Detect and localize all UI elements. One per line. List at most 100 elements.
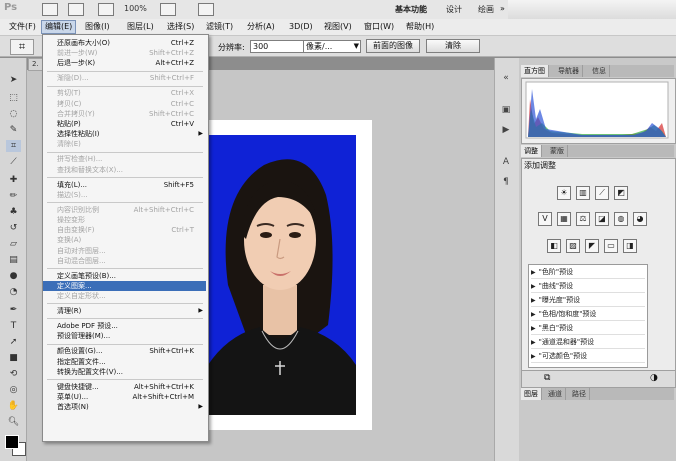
- eraser-tool-icon[interactable]: ▱: [6, 238, 21, 250]
- menu-layer[interactable]: 图层(L): [124, 21, 157, 33]
- screen-mode-icon[interactable]: [198, 3, 214, 16]
- blur-tool-icon[interactable]: ●: [6, 270, 21, 282]
- view-extras-icon[interactable]: [98, 3, 114, 16]
- edit-menu-item[interactable]: 渐隐(D)... Shift+Ctrl+F: [43, 73, 206, 83]
- move-tool-icon[interactable]: ➤: [6, 74, 21, 86]
- edit-menu-item[interactable]: 自由变换(F) Ctrl+T: [43, 225, 206, 235]
- tab-channels[interactable]: 通道: [545, 388, 566, 400]
- curves-icon[interactable]: ⟋: [595, 186, 609, 200]
- edit-menu-item[interactable]: 定义图案...: [43, 281, 206, 291]
- posterize-icon[interactable]: ▨: [566, 239, 580, 253]
- shape-tool-icon[interactable]: ■: [6, 352, 21, 364]
- hue-saturation-icon[interactable]: ▦: [557, 212, 571, 226]
- selective-color-icon[interactable]: ◨: [623, 239, 637, 253]
- edit-menu-item[interactable]: 转换为配置文件(V)...: [43, 367, 206, 377]
- menu-filter[interactable]: 滤镜(T): [203, 21, 236, 33]
- workspace-paint[interactable]: 绘画: [478, 4, 494, 15]
- menu-analysis[interactable]: 分析(A): [244, 21, 278, 33]
- edit-menu-item[interactable]: 自动对齐图层...: [43, 246, 206, 256]
- tab-info[interactable]: 信息: [589, 65, 610, 77]
- paragraph-panel-icon[interactable]: ¶: [499, 176, 513, 188]
- hand-tool-icon[interactable]: ✋: [6, 400, 21, 412]
- path-select-tool-icon[interactable]: ➚: [6, 336, 21, 348]
- pen-tool-icon[interactable]: ✒: [6, 304, 21, 316]
- mini-bridge-icon[interactable]: [68, 3, 84, 16]
- eyedropper-tool-icon[interactable]: ⟋: [6, 156, 21, 168]
- tab-masks[interactable]: 蒙版: [547, 145, 568, 157]
- workspace-overflow-icon[interactable]: »: [500, 4, 505, 13]
- quick-select-tool-icon[interactable]: ✎: [6, 124, 21, 136]
- zoom-level[interactable]: 100%: [124, 4, 147, 13]
- front-image-button[interactable]: 前面的图像: [366, 39, 420, 53]
- preset-item[interactable]: ▶ "通道混和器"预设: [531, 337, 645, 349]
- clone-stamp-tool-icon[interactable]: ♣: [6, 206, 21, 218]
- preset-item[interactable]: ▶ "色相/饱和度"预设: [531, 309, 645, 321]
- 3d-rotate-tool-icon[interactable]: ⟲: [6, 368, 21, 380]
- brightness-contrast-icon[interactable]: ☀: [557, 186, 571, 200]
- crop-tool-icon[interactable]: ⌗: [6, 140, 21, 152]
- preset-item[interactable]: ▶ "黑白"预设: [531, 323, 645, 335]
- edit-menu-item[interactable]: 指定配置文件...: [43, 357, 206, 367]
- edit-menu-item[interactable]: 定义画笔预设(B)...: [43, 271, 206, 281]
- invert-icon[interactable]: ◧: [547, 239, 561, 253]
- lasso-tool-icon[interactable]: ◌: [6, 108, 21, 120]
- actions-panel-icon[interactable]: ▶: [499, 124, 513, 136]
- character-panel-icon[interactable]: A: [499, 156, 513, 168]
- menu-edit[interactable]: 编辑(E): [41, 20, 77, 34]
- edit-menu-item[interactable]: 定义自定形状...: [43, 291, 206, 301]
- gradient-map-icon[interactable]: ▭: [604, 239, 618, 253]
- edit-menu-item[interactable]: 首选项(N) ▶: [43, 402, 206, 412]
- zoom-tool-icon[interactable]: 🔍︎: [6, 416, 21, 428]
- threshold-icon[interactable]: ◤: [585, 239, 599, 253]
- edit-menu-item[interactable]: 前进一步(W) Shift+Ctrl+Z: [43, 48, 206, 58]
- healing-brush-tool-icon[interactable]: ✚: [6, 174, 21, 186]
- edit-menu-item[interactable]: 粘贴(P) Ctrl+V: [43, 119, 206, 129]
- edit-menu-item[interactable]: 操控变形: [43, 215, 206, 225]
- edit-menu-item[interactable]: 预设管理器(M)...: [43, 331, 206, 341]
- menu-file[interactable]: 文件(F): [6, 21, 39, 33]
- black-white-icon[interactable]: ◪: [595, 212, 609, 226]
- dodge-tool-icon[interactable]: ◔: [6, 286, 21, 298]
- preset-item[interactable]: ▶ "曝光度"预设: [531, 295, 645, 307]
- resolution-unit-select[interactable]: 像素/... ▼: [303, 40, 361, 53]
- edit-menu-item[interactable]: Adobe PDF 预设...: [43, 321, 206, 331]
- edit-menu-item[interactable]: 菜单(U)... Alt+Shift+Ctrl+M: [43, 392, 206, 402]
- menu-3d[interactable]: 3D(D): [286, 21, 316, 33]
- vibrance-icon[interactable]: V: [538, 212, 552, 226]
- bridge-icon[interactable]: [42, 3, 58, 16]
- marquee-tool-icon[interactable]: ⬚: [6, 92, 21, 104]
- tab-adjustments[interactable]: 调整: [521, 145, 542, 157]
- brush-tool-icon[interactable]: ✏: [6, 190, 21, 202]
- edit-menu-item[interactable]: 键盘快捷键... Alt+Shift+Ctrl+K: [43, 382, 206, 392]
- type-tool-icon[interactable]: T: [6, 320, 21, 332]
- edit-menu-item[interactable]: 选择性粘贴(I) ▶: [43, 129, 206, 139]
- exposure-icon[interactable]: ◩: [614, 186, 628, 200]
- edit-menu-item[interactable]: 拼写检查(H)...: [43, 154, 206, 164]
- menu-view[interactable]: 视图(V): [321, 21, 355, 33]
- preset-item[interactable]: ▶ "可选颜色"预设: [531, 351, 645, 363]
- edit-menu-item[interactable]: 内容识别比例 Alt+Shift+Ctrl+C: [43, 205, 206, 215]
- edit-menu-item[interactable]: 还原画布大小(O) Ctrl+Z: [43, 38, 206, 48]
- history-brush-tool-icon[interactable]: ↺: [6, 222, 21, 234]
- edit-menu-item[interactable]: 合并拷贝(Y) Shift+Ctrl+C: [43, 109, 206, 119]
- edit-menu-item[interactable]: 颜色设置(G)... Shift+Ctrl+K: [43, 346, 206, 356]
- edit-menu-item[interactable]: 清理(R) ▶: [43, 306, 206, 316]
- menu-select[interactable]: 选择(S): [164, 21, 197, 33]
- edit-menu-item[interactable]: 后退一步(K) Alt+Ctrl+Z: [43, 58, 206, 68]
- menu-help[interactable]: 帮助(H): [403, 21, 437, 33]
- tab-layers[interactable]: 图层: [521, 388, 542, 400]
- menu-window[interactable]: 窗口(W): [361, 21, 397, 33]
- tab-navigator[interactable]: 导航器: [555, 65, 583, 77]
- edit-menu-item[interactable]: 自动混合图层...: [43, 256, 206, 266]
- layer-clip-icon[interactable]: ⧉: [544, 373, 550, 383]
- channel-mixer-icon[interactable]: ◕: [633, 212, 647, 226]
- gradient-tool-icon[interactable]: ▤: [6, 254, 21, 266]
- workspace-design[interactable]: 设计: [446, 4, 462, 15]
- workspace-basic[interactable]: 基本功能: [395, 4, 427, 15]
- edit-menu-item[interactable]: 清除(E): [43, 139, 206, 149]
- edit-menu-item[interactable]: 拷贝(C) Ctrl+C: [43, 99, 206, 109]
- levels-icon[interactable]: ▥: [576, 186, 590, 200]
- foreground-color-swatch[interactable]: [5, 435, 19, 449]
- crop-tool-preset-icon[interactable]: ⌗: [10, 39, 34, 55]
- menu-image[interactable]: 图像(I): [82, 21, 113, 33]
